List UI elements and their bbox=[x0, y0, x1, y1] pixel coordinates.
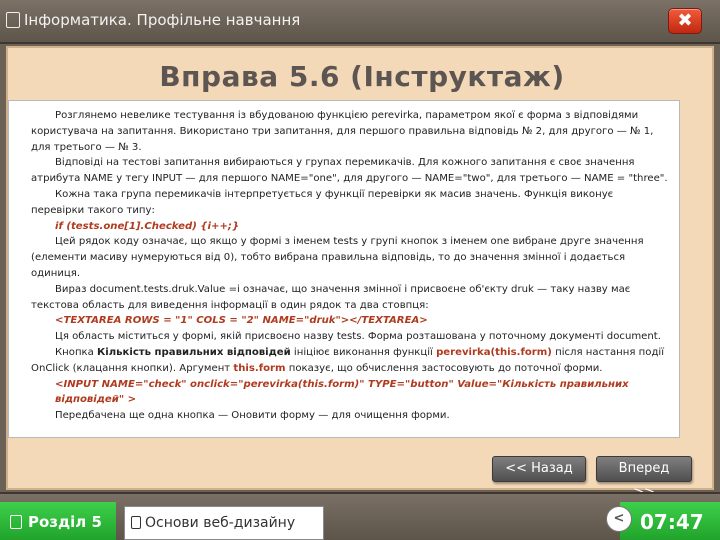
close-button[interactable]: ✖ bbox=[668, 8, 702, 34]
back-button[interactable]: << Назад bbox=[492, 456, 586, 482]
paragraph-code-explanation: Цей рядок коду означає, що якщо у формі … bbox=[31, 236, 644, 279]
function-name-text: perevirka(this.form) bbox=[436, 346, 552, 358]
paragraph-radio-groups: Відповіді на тестові запитання вибирають… bbox=[31, 157, 668, 185]
code-if-statement: if (tests.one[1].Checked) {i++;} bbox=[55, 220, 240, 232]
next-button[interactable]: Вперед >> bbox=[596, 456, 692, 500]
document-icon bbox=[131, 516, 141, 529]
chevron-left-icon[interactable]: < bbox=[606, 506, 632, 532]
document-icon bbox=[6, 12, 20, 28]
clock: 07:47 bbox=[640, 510, 704, 534]
paragraph-druk-value: Вираз document.tests.druk.Value =i означ… bbox=[31, 283, 631, 311]
text-fragment: ініціює виконання функції bbox=[290, 346, 437, 358]
paragraph-reset-button: Передбачена ще одна кнопка — Оновити фор… bbox=[55, 410, 450, 422]
window-title: Інформатика. Профільне навчання bbox=[24, 11, 301, 29]
paragraph-array-check: Кожна така група перемикачів інтерпретує… bbox=[31, 188, 614, 216]
slide-title: Вправа 5.6 (Інструктаж) bbox=[159, 60, 565, 93]
code-input-button: <INPUT NAME="check" onclick="perevirka(t… bbox=[55, 378, 629, 406]
course-tab[interactable]: Основи веб-дизайну bbox=[124, 506, 324, 540]
section-label: Розділ 5 bbox=[28, 513, 102, 531]
code-textarea: <TEXTAREA ROWS = "1" COLS = "2" NAME="dr… bbox=[55, 315, 428, 327]
paragraph-form-location: Ця область міститься у формі, якій присв… bbox=[55, 331, 661, 343]
section-tab[interactable]: Розділ 5 bbox=[0, 502, 116, 540]
slide-panel: Вправа 5.6 (Інструктаж) Розглянемо невел… bbox=[6, 46, 714, 500]
bottom-bar: Розділ 5 Основи веб-дизайну < 07:47 bbox=[0, 492, 720, 540]
text-fragment: показує, що обчислення застосовують до п… bbox=[285, 362, 603, 374]
window-title-bar: Інформатика. Профільне навчання ✖ bbox=[0, 0, 720, 44]
instruction-text-box: Розглянемо невелике тестування із вбудов… bbox=[8, 100, 680, 438]
button-name-text: Кількість правильних відповідей bbox=[97, 346, 291, 358]
argument-text: this.form bbox=[233, 362, 286, 374]
document-icon bbox=[10, 515, 22, 529]
text-fragment: Кнопка bbox=[55, 346, 98, 358]
paragraph-button-description: Кнопка Кількість правильних відповідей і… bbox=[31, 345, 669, 377]
paragraph-intro: Розглянемо невелике тестування із вбудов… bbox=[31, 110, 654, 153]
course-label: Основи веб-дизайну bbox=[145, 515, 296, 531]
